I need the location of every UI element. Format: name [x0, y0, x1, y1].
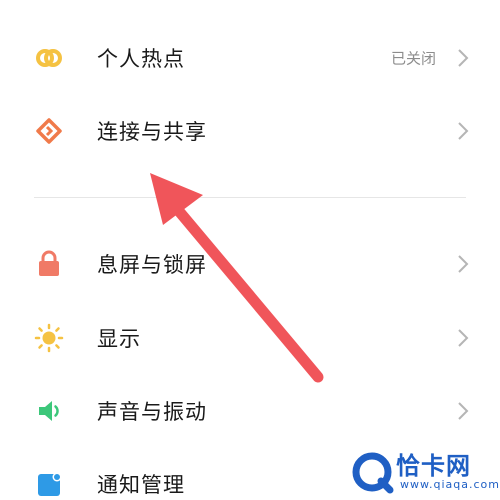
notification-icon: [34, 469, 64, 499]
settings-item-label: 连接与共享: [97, 120, 207, 144]
chevron-right-icon: [456, 120, 470, 142]
settings-item-label: 显示: [97, 327, 141, 351]
chevron-right-icon: [456, 47, 470, 69]
chevron-right-icon: [456, 400, 470, 422]
settings-screen: 个人热点 已关闭 连接与共享 息屏与锁屏 显示 声音与振动 通知管理 恰卡网 w…: [0, 0, 500, 500]
settings-item-display[interactable]: 显示: [0, 308, 500, 368]
settings-item-label: 个人热点: [97, 47, 185, 71]
settings-item-lock-screen[interactable]: 息屏与锁屏: [0, 234, 500, 294]
speaker-icon: [34, 396, 64, 426]
settings-item-label: 息屏与锁屏: [97, 253, 207, 277]
watermark-logo-icon: [352, 452, 394, 494]
watermark: 恰卡网 www.qiaqa.com: [350, 444, 499, 496]
settings-item-label: 声音与振动: [97, 400, 207, 424]
chevron-right-icon: [456, 327, 470, 349]
settings-item-sound[interactable]: 声音与振动: [0, 381, 500, 441]
connection-share-icon: [34, 116, 64, 146]
settings-item-connection-share[interactable]: 连接与共享: [0, 101, 500, 161]
settings-item-hotspot[interactable]: 个人热点 已关闭: [0, 28, 500, 88]
chevron-right-icon: [456, 253, 470, 275]
sun-icon: [34, 323, 64, 353]
watermark-url: www.qiaqa.com: [400, 478, 500, 491]
status-text: 已关闭: [390, 49, 436, 68]
section-divider: [34, 197, 466, 198]
watermark-brand: 恰卡网: [396, 452, 471, 480]
settings-item-label: 通知管理: [97, 473, 185, 497]
lock-icon: [34, 249, 64, 279]
hotspot-icon: [34, 43, 64, 73]
